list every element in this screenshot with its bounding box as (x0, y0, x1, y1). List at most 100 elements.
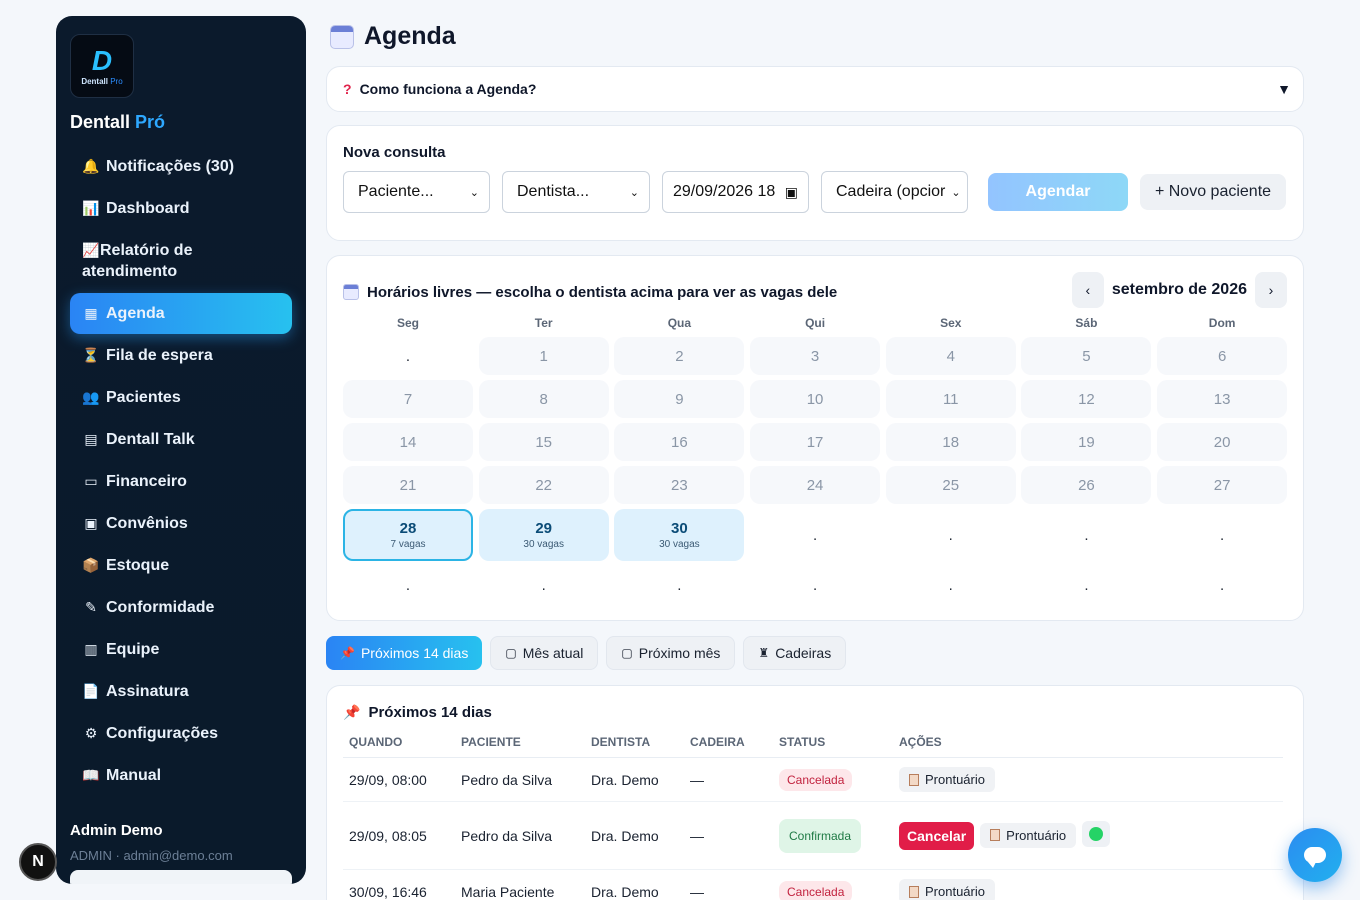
cell-dentista: Dra. Demo (585, 869, 684, 900)
chat-button[interactable] (1288, 828, 1342, 882)
calendar-day-number: 7 (403, 390, 413, 408)
cell-paciente: Pedro da Silva (455, 757, 585, 802)
sidebar-item-assinatura[interactable]: 📄 Assinatura (70, 671, 292, 712)
month-label: setembro de 2026 (1111, 281, 1247, 298)
sidebar-item-pacientes[interactable]: 👥 Pacientes (70, 377, 292, 418)
calendar-empty-cell: . (886, 509, 1016, 561)
cell-cadeira: — (684, 757, 773, 802)
medical-record-button[interactable]: Prontuário (899, 879, 995, 900)
logout-button[interactable] (70, 870, 292, 884)
appointments-table: QUANDO PACIENTE DENTISTA CADEIRA STATUS AÇÕES… (343, 735, 1283, 900)
cell-dentista: Dra. Demo (585, 757, 684, 802)
sidebar-item-label: Fila de espera (106, 347, 213, 364)
tab-icon: ♜ (758, 646, 770, 660)
sidebar-item-label: Convênios (106, 515, 188, 532)
column-header: CADEIRA (684, 735, 773, 758)
sidebar-item-relatório-de-atendimento[interactable]: 📈Relatório de atendimento (70, 230, 292, 292)
chart-line-icon: 📈 (82, 242, 100, 258)
sidebar-item-fila-de-espera[interactable]: ⏳ Fila de espera (70, 335, 292, 376)
tab-cadeiras[interactable]: ♜ Cadeiras (743, 636, 847, 670)
app-logo[interactable]: D Dentall Pro (70, 34, 134, 98)
sidebar-item-configurações[interactable]: ⚙ Configurações (70, 713, 292, 754)
dentist-select[interactable]: Dentista... ⌄ (502, 171, 650, 213)
status-badge: Cancelada (779, 880, 853, 900)
calendar-day-number: 3 (810, 347, 820, 365)
tab-mês-atual[interactable]: ▢ Mês atual (490, 636, 599, 670)
sidebar-item-conformidade[interactable]: ✎ Conformidade (70, 587, 292, 628)
user-name: Admin Demo (70, 822, 163, 839)
tab-label: Mês atual (522, 645, 584, 661)
sidebar-item-label: Notificações (30) (106, 158, 235, 175)
calendar-day-number: 5 (1082, 347, 1091, 365)
cancel-appointment-button[interactable]: Cancelar (899, 822, 975, 850)
medical-record-button[interactable]: Prontuário (980, 822, 1077, 848)
datetime-value: 29/09/2026 18 (673, 183, 776, 200)
cell-paciente: Pedro da Silva (455, 801, 585, 870)
sidebar-item-label: Assinatura (106, 683, 189, 700)
dev-tools-badge[interactable]: N (19, 843, 57, 881)
new-patient-button[interactable]: + Novo paciente (1140, 174, 1286, 210)
sidebar-item-equipe[interactable]: ▥ Equipe (70, 629, 292, 670)
pin-icon: 📌 (343, 704, 361, 720)
calendar-day-number: 14 (399, 433, 417, 451)
medical-record-button[interactable]: Prontuário (899, 767, 995, 792)
patient-select[interactable]: Paciente... ⌄ (343, 171, 490, 213)
calendar-day[interactable]: 30 30 vagas (614, 509, 745, 561)
sidebar-item-label: Financeiro (106, 473, 187, 490)
new-appointment-title: Nova consulta (343, 144, 446, 161)
calendar-day-number: 8 (539, 390, 548, 408)
calendar-day: 10 (750, 380, 881, 418)
sidebar-item-estoque[interactable]: 📦 Estoque (70, 545, 292, 586)
calendar-day-number: 19 (1078, 433, 1095, 451)
calendar-day: 26 (1021, 466, 1152, 504)
hourglass-icon: ⏳ (82, 347, 100, 363)
sidebar-item-convênios[interactable]: ▣ Convênios (70, 503, 292, 544)
calendar-day: 5 (1021, 337, 1152, 375)
calendar-day[interactable]: 28 7 vagas (343, 509, 473, 561)
sidebar-item-manual[interactable]: 📖 Manual (70, 755, 292, 796)
calendar-day: 24 (750, 466, 881, 504)
cell-status: Confirmada (773, 801, 893, 870)
id-card-icon: ▥ (84, 641, 98, 657)
logo-text: Dentall Pro (81, 76, 123, 86)
calendar-day-number: 13 (1213, 390, 1231, 408)
sidebar-item-agenda[interactable]: ▦ Agenda (70, 293, 292, 334)
tab-label: Próximos 14 dias (360, 645, 469, 661)
calendar-day-number: 10 (806, 390, 824, 408)
expand-arrow-icon[interactable]: ▼ (1277, 81, 1291, 97)
talk-icon: ▤ (84, 431, 98, 447)
tab-próximos-14-dias[interactable]: 📌 Próximos 14 dias (326, 636, 483, 670)
sidebar-item-notificações-30-[interactable]: 🔔 Notificações (30) (70, 146, 292, 187)
calendar-picker-icon[interactable]: ▣ (785, 184, 798, 201)
calendar-day-number: 17 (806, 433, 824, 451)
document-icon: 📄 (82, 683, 100, 699)
weekday-label: Dom (1208, 316, 1236, 330)
next-month-button[interactable]: › (1255, 272, 1287, 308)
cell-actions: Prontuário (893, 757, 1283, 802)
sidebar-item-dashboard[interactable]: 📊 Dashboard (70, 188, 292, 229)
calendar-day-number: 22 (535, 476, 553, 494)
calendar-day-number: . (1084, 576, 1089, 594)
whatsapp-button[interactable] (1082, 821, 1111, 847)
sidebar-item-label: Dashboard (106, 200, 190, 217)
medical-record-label: Prontuário (925, 884, 985, 899)
cell-quando: 29/09, 08:05 (343, 801, 455, 870)
help-accordion[interactable]: ? Como funciona a Agenda? ▼ (326, 66, 1304, 112)
table-row: 29/09, 08:05 Pedro da Silva Dra. Demo — Conf… (343, 801, 1283, 870)
sidebar-item-dentall-talk[interactable]: ▤ Dentall Talk (70, 419, 292, 460)
schedule-button[interactable]: Agendar (988, 173, 1128, 211)
slots-count: 30 vagas (659, 539, 700, 550)
calendar-day: 14 (343, 423, 473, 461)
tab-próximo-mês[interactable]: ▢ Próximo mês (606, 636, 736, 670)
calendar-empty-cell: . (1157, 509, 1287, 561)
sidebar-item-financeiro[interactable]: ▭ Financeiro (70, 461, 292, 502)
chair-select[interactable]: Cadeira (opcior ⌄ (821, 171, 968, 213)
calendar-day: 12 (1021, 380, 1152, 418)
prev-month-button[interactable]: ‹ (1071, 272, 1104, 308)
availability-calendar: Horários livres — escolha o dentista aci… (326, 255, 1304, 621)
calendar-day[interactable]: 29 30 vagas (478, 509, 609, 561)
calendar-day: 20 (1157, 423, 1288, 461)
cell-cadeira: — (684, 801, 773, 870)
datetime-input[interactable]: 29/09/2026 18 ▣ (662, 171, 809, 213)
column-header: PACIENTE (455, 735, 585, 758)
